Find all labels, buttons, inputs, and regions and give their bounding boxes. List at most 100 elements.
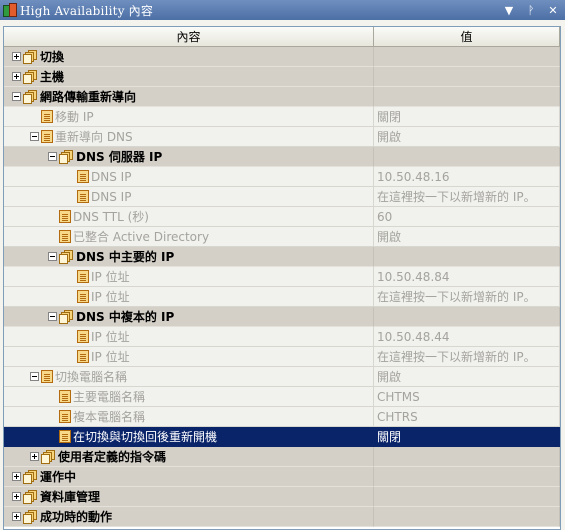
value-cell: [374, 67, 560, 87]
category-row[interactable]: 資料庫管理: [4, 487, 560, 507]
value-cell[interactable]: 在這裡按一下以新增新的 IP。: [374, 187, 560, 207]
name-cell[interactable]: IP 位址: [4, 327, 374, 347]
name-cell[interactable]: DNS IP: [4, 167, 374, 187]
property-row[interactable]: IP 位址 10.50.48.84: [4, 267, 560, 287]
name-cell[interactable]: 在切換與切換回後重新開機: [4, 427, 374, 447]
name-cell[interactable]: DNS 中主要的 IP: [4, 247, 374, 267]
row-label: 在切換與切換回後重新開機: [73, 430, 218, 444]
row-label: DNS 伺服器 IP: [76, 150, 163, 164]
value-cell[interactable]: 關閉: [374, 107, 560, 127]
collapse-icon[interactable]: [12, 92, 21, 101]
value-cell[interactable]: 在這裡按一下以新增新的 IP。: [374, 287, 560, 307]
property-icon: [59, 410, 71, 423]
category-row[interactable]: DNS 中複本的 IP: [4, 307, 560, 327]
expand-icon[interactable]: [12, 472, 21, 481]
value-cell[interactable]: 開啟: [374, 367, 560, 387]
expand-icon[interactable]: [12, 52, 21, 61]
name-cell[interactable]: 成功時的動作: [4, 507, 374, 527]
value-cell[interactable]: 10.50.48.84: [374, 267, 560, 287]
name-cell[interactable]: IP 位址: [4, 347, 374, 367]
property-icon: [59, 430, 71, 443]
name-cell[interactable]: 切換: [4, 47, 374, 67]
name-cell[interactable]: DNS 中複本的 IP: [4, 307, 374, 327]
row-label: DNS IP: [91, 189, 132, 204]
category-row[interactable]: 主機: [4, 67, 560, 87]
value-cell[interactable]: CHTRS: [374, 407, 560, 427]
name-cell[interactable]: 使用者定義的指令碼: [4, 447, 374, 467]
row-label: 切換電腦名稱: [55, 370, 128, 384]
folder-icon: [23, 89, 38, 104]
name-cell[interactable]: DNS 伺服器 IP: [4, 147, 374, 167]
category-row[interactable]: 切換: [4, 47, 560, 67]
value-cell[interactable]: 60: [374, 207, 560, 227]
name-cell[interactable]: 主機: [4, 67, 374, 87]
category-row[interactable]: 網路傳輸重新導向: [4, 87, 560, 107]
row-label: 移動 IP: [55, 110, 94, 124]
expand-icon[interactable]: [12, 72, 21, 81]
collapse-icon[interactable]: [48, 152, 57, 161]
name-cell[interactable]: 切換電腦名稱: [4, 367, 374, 387]
column-header-name[interactable]: 內容: [4, 27, 374, 47]
name-cell[interactable]: 運作中: [4, 467, 374, 487]
property-row[interactable]: 切換電腦名稱 開啟: [4, 367, 560, 387]
name-cell[interactable]: IP 位址: [4, 287, 374, 307]
value-cell[interactable]: 關閉: [374, 427, 560, 447]
collapse-icon[interactable]: [48, 252, 57, 261]
property-row[interactable]: 移動 IP 關閉: [4, 107, 560, 127]
folder-icon: [59, 149, 74, 164]
property-row[interactable]: 重新導向 DNS 開啟: [4, 127, 560, 147]
grid-header: 內容 值: [4, 27, 560, 47]
property-icon: [77, 170, 89, 183]
close-icon[interactable]: ✕: [545, 2, 561, 18]
name-cell[interactable]: IP 位址: [4, 267, 374, 287]
collapse-icon[interactable]: [30, 132, 39, 141]
property-row[interactable]: 已整合 Active Directory 開啟: [4, 227, 560, 247]
property-row[interactable]: 在切換與切換回後重新開機 關閉: [4, 427, 560, 447]
name-cell[interactable]: 移動 IP: [4, 107, 374, 127]
property-icon: [41, 370, 53, 383]
expand-icon[interactable]: [12, 492, 21, 501]
property-icon: [59, 210, 71, 223]
property-icon: [41, 110, 53, 123]
category-row[interactable]: 運作中: [4, 467, 560, 487]
property-row[interactable]: DNS IP 在這裡按一下以新增新的 IP。: [4, 187, 560, 207]
name-cell[interactable]: 網路傳輸重新導向: [4, 87, 374, 107]
value-cell[interactable]: 10.50.48.44: [374, 327, 560, 347]
expand-icon[interactable]: [12, 512, 21, 521]
category-row[interactable]: 使用者定義的指令碼: [4, 447, 560, 467]
value-cell[interactable]: 10.50.48.16: [374, 167, 560, 187]
name-cell[interactable]: DNS TTL (秒): [4, 207, 374, 227]
collapse-icon[interactable]: [30, 372, 39, 381]
row-label: IP 位址: [91, 330, 130, 344]
category-row[interactable]: 成功時的動作: [4, 507, 560, 527]
property-row[interactable]: DNS TTL (秒) 60: [4, 207, 560, 227]
expand-icon[interactable]: [30, 452, 39, 461]
value-cell[interactable]: CHTMS: [374, 387, 560, 407]
column-header-value[interactable]: 值: [374, 27, 560, 47]
name-cell[interactable]: DNS IP: [4, 187, 374, 207]
value-cell[interactable]: 在這裡按一下以新增新的 IP。: [374, 347, 560, 367]
value-cell[interactable]: 開啟: [374, 127, 560, 147]
dropdown-arrow-icon[interactable]: ▼: [501, 2, 517, 18]
category-row[interactable]: DNS 中主要的 IP: [4, 247, 560, 267]
row-label: 網路傳輸重新導向: [40, 90, 137, 104]
name-cell[interactable]: 主要電腦名稱: [4, 387, 374, 407]
name-cell[interactable]: 已整合 Active Directory: [4, 227, 374, 247]
name-cell[interactable]: 複本電腦名稱: [4, 407, 374, 427]
property-row[interactable]: 主要電腦名稱 CHTMS: [4, 387, 560, 407]
property-row[interactable]: DNS IP 10.50.48.16: [4, 167, 560, 187]
pin-icon[interactable]: ᚹ: [523, 2, 539, 18]
collapse-icon[interactable]: [48, 312, 57, 321]
row-label: 切換: [40, 50, 65, 64]
property-icon: [77, 350, 89, 363]
name-cell[interactable]: 重新導向 DNS: [4, 127, 374, 147]
value-cell[interactable]: 開啟: [374, 227, 560, 247]
property-row[interactable]: 複本電腦名稱 CHTRS: [4, 407, 560, 427]
folder-icon: [23, 69, 38, 84]
property-row[interactable]: IP 位址 在這裡按一下以新增新的 IP。: [4, 347, 560, 367]
name-cell[interactable]: 資料庫管理: [4, 487, 374, 507]
category-row[interactable]: DNS 伺服器 IP: [4, 147, 560, 167]
property-icon: [77, 290, 89, 303]
property-row[interactable]: IP 位址 在這裡按一下以新增新的 IP。: [4, 287, 560, 307]
property-row[interactable]: IP 位址 10.50.48.44: [4, 327, 560, 347]
